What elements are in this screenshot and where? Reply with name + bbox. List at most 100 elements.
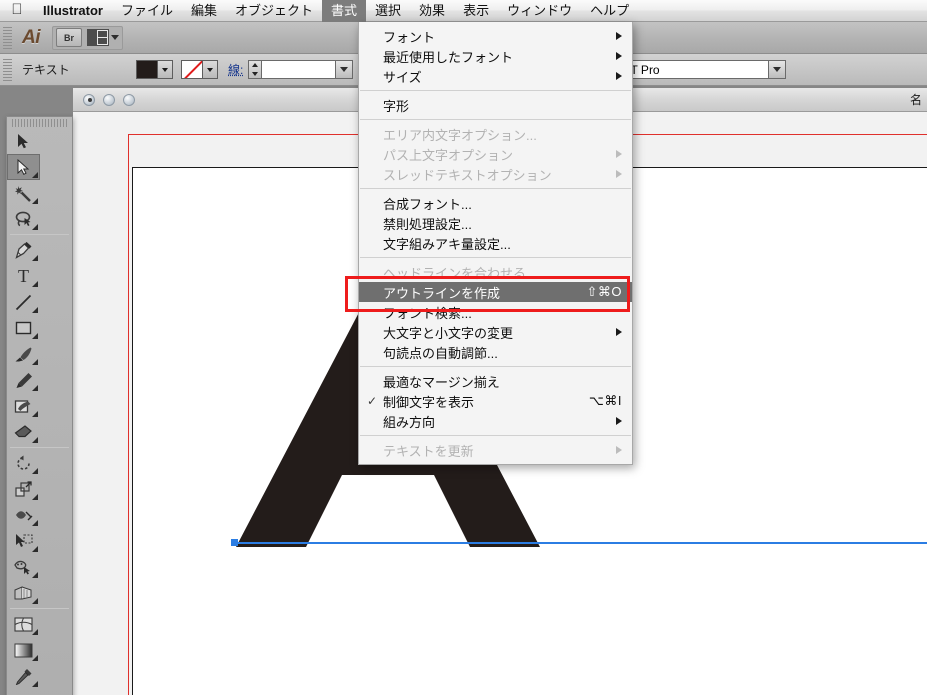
- gradient-tool[interactable]: [7, 637, 40, 663]
- magic-wand-tool[interactable]: [7, 180, 40, 206]
- rotate-tool[interactable]: [7, 450, 40, 476]
- menubar-item-2[interactable]: 編集: [182, 0, 226, 22]
- stroke-weight-combo[interactable]: [261, 60, 354, 79]
- stroke-weight-control[interactable]: [248, 60, 354, 79]
- menu-item[interactable]: 大文字と小文字の変更: [359, 322, 632, 342]
- menu-item[interactable]: アウトラインを作成 ⇧⌘O: [359, 282, 632, 302]
- menubar-item-0[interactable]: Illustrator: [34, 0, 112, 22]
- free-transform-tool[interactable]: [7, 528, 40, 554]
- menu-item-label: ヘッドラインを合わせる: [383, 265, 527, 281]
- arrange-documents-button[interactable]: [87, 29, 119, 46]
- illustrator-logo: Ai: [22, 26, 41, 48]
- tool-divider: [10, 447, 69, 448]
- width-tool[interactable]: [7, 502, 40, 528]
- stroke-weight-dropdown-button[interactable]: [335, 61, 353, 78]
- submenu-arrow-icon: [616, 150, 622, 158]
- pen-tool[interactable]: [7, 237, 40, 263]
- menubar-item-8[interactable]: ウィンドウ: [498, 0, 581, 22]
- appbar-button-group: Br: [52, 25, 123, 50]
- menubar-item-7[interactable]: 表示: [454, 0, 498, 22]
- document-title-right-label: 名: [909, 93, 922, 107]
- eyedropper-tool[interactable]: [7, 663, 40, 689]
- stroke-swatch-none[interactable]: [181, 60, 203, 79]
- type-baseline-indicator: [231, 539, 927, 546]
- blob-brush-tool[interactable]: [7, 393, 40, 419]
- menu-item[interactable]: サイズ: [359, 66, 632, 86]
- checkmark-icon: ✓: [367, 394, 378, 408]
- menu-item-label: 大文字と小文字の変更: [383, 325, 514, 341]
- fill-dropdown-button[interactable]: [158, 60, 173, 79]
- paintbrush-tool[interactable]: [7, 341, 40, 367]
- stroke-color-control[interactable]: [181, 60, 218, 79]
- lasso-tool[interactable]: [7, 206, 40, 232]
- scale-tool[interactable]: [7, 476, 40, 502]
- direct-selection-tool[interactable]: [7, 154, 40, 180]
- submenu-arrow-icon: [616, 170, 622, 178]
- menu-item-label: 合成フォント...: [383, 196, 472, 212]
- launch-bridge-button[interactable]: Br: [56, 28, 82, 47]
- controlbar-grip[interactable]: [3, 58, 12, 81]
- tool-palette: T: [6, 116, 73, 695]
- menu-item-label: 最適なマージン揃え: [383, 374, 500, 390]
- menu-item[interactable]: 最適なマージン揃え: [359, 371, 632, 391]
- illustrator-window:  Illustratorファイル編集オブジェクト書式選択効果表示ウィンドウヘル…: [0, 0, 927, 695]
- menu-item-label: 制御文字を表示: [383, 394, 475, 410]
- menu-item[interactable]: 句読点の自動調節...: [359, 342, 632, 362]
- minimize-button[interactable]: [103, 93, 115, 106]
- chevron-down-icon: [111, 35, 119, 40]
- fill-swatch[interactable]: [136, 60, 158, 79]
- menubar-item-3[interactable]: オブジェクト: [226, 0, 322, 22]
- menu-item-label: サイズ: [383, 69, 422, 85]
- menu-item: パス上文字オプション: [359, 144, 632, 164]
- menu-item-label: スレッドテキストオプション: [383, 167, 552, 183]
- menubar-item-5[interactable]: 選択: [366, 0, 410, 22]
- menubar-item-6[interactable]: 効果: [410, 0, 454, 22]
- menubar-item-1[interactable]: ファイル: [112, 0, 182, 22]
- tool-divider: [10, 608, 69, 609]
- fill-color-control[interactable]: [136, 60, 173, 79]
- menu-item[interactable]: 字形: [359, 95, 632, 115]
- mesh-tool[interactable]: [7, 611, 40, 637]
- stroke-dropdown-button[interactable]: [203, 60, 218, 79]
- toolpalette-grip[interactable]: [12, 119, 67, 127]
- menu-item[interactable]: フォント検索...: [359, 302, 632, 322]
- perspective-grid-tool[interactable]: [7, 580, 40, 606]
- menu-item[interactable]: 合成フォント...: [359, 193, 632, 213]
- menu-separator: [360, 119, 631, 120]
- menubar-item-4[interactable]: 書式: [322, 0, 367, 22]
- eraser-tool[interactable]: [7, 419, 40, 445]
- submenu-arrow-icon: [616, 446, 622, 454]
- shape-builder-tool[interactable]: [7, 554, 40, 580]
- menu-item[interactable]: 組み方向: [359, 411, 632, 431]
- menu-item[interactable]: フォント: [359, 26, 632, 46]
- close-button[interactable]: [83, 93, 95, 106]
- menu-item-label: 文字組みアキ量設定...: [383, 236, 511, 252]
- rectangle-tool[interactable]: [7, 315, 40, 341]
- pencil-tool[interactable]: [7, 367, 40, 393]
- apple-logo-icon[interactable]: : [0, 2, 34, 19]
- font-family-dropdown-button[interactable]: [767, 61, 785, 78]
- menu-item[interactable]: 文字組みアキ量設定...: [359, 233, 632, 253]
- menu-item[interactable]: ✓ 制御文字を表示 ⌥⌘I: [359, 391, 632, 411]
- blend-tool[interactable]: [7, 689, 40, 695]
- appbar-grip[interactable]: [3, 26, 12, 49]
- menu-item-label: 最近使用したフォント: [383, 49, 514, 65]
- zoom-button[interactable]: [123, 93, 135, 106]
- mac-menu-bar:  Illustratorファイル編集オブジェクト書式選択効果表示ウィンドウヘル…: [0, 0, 927, 22]
- stroke-weight-stepper[interactable]: [248, 60, 262, 79]
- menu-item: エリア内文字オプション...: [359, 124, 632, 144]
- submenu-arrow-icon: [616, 72, 622, 80]
- menu-item-label: エリア内文字オプション...: [383, 127, 537, 143]
- menu-item-label: 字形: [383, 98, 410, 114]
- menu-item-label: 組み方向: [383, 414, 436, 430]
- stroke-weight-label[interactable]: 線:: [228, 61, 243, 78]
- menubar-item-9[interactable]: ヘルプ: [581, 0, 638, 22]
- type-tool[interactable]: T: [7, 263, 40, 289]
- menu-item[interactable]: 最近使用したフォント: [359, 46, 632, 66]
- menu-separator: [360, 188, 631, 189]
- line-segment-tool[interactable]: [7, 289, 40, 315]
- menu-item[interactable]: 禁則処理設定...: [359, 213, 632, 233]
- type-dropdown-menu: フォント最近使用したフォント サイズ字形エリア内文字オプション... パス上文字オプ…: [358, 22, 633, 465]
- selection-tool[interactable]: [7, 128, 40, 154]
- tool-group-color: [7, 611, 72, 695]
